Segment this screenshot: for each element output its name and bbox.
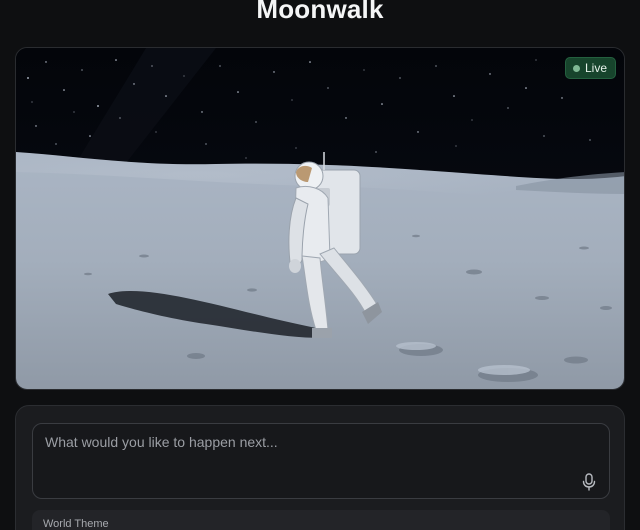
page-title: Moonwalk: [256, 0, 384, 24]
world-theme-label: World Theme: [43, 518, 109, 530]
moon-scene-image: [16, 48, 624, 389]
world-theme-section[interactable]: World Theme: [32, 510, 610, 530]
live-status-badge: Live: [564, 57, 616, 79]
prompt-box: [32, 423, 610, 499]
prompt-input[interactable]: [33, 424, 609, 498]
app-root: Moonwalk Live What would you like to hap…: [0, 0, 640, 530]
control-panel: World Theme: [15, 405, 625, 530]
live-status-label: Live: [584, 61, 607, 75]
live-indicator-dot-icon: [572, 64, 580, 72]
microphone-icon[interactable]: [581, 473, 597, 491]
video-stream[interactable]: Live: [15, 47, 625, 390]
